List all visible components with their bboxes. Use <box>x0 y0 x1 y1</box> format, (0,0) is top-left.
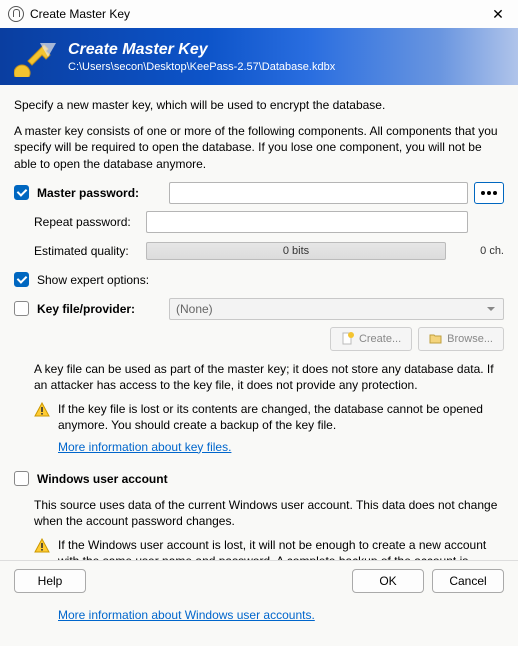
folder-icon <box>429 332 442 345</box>
browse-keyfile-button[interactable]: Browse... <box>418 327 504 351</box>
wua-link[interactable]: More information about Windows user acco… <box>58 608 315 622</box>
reveal-password-button[interactable] <box>474 182 504 204</box>
warning-icon <box>34 538 50 554</box>
repeat-password-input[interactable] <box>146 211 468 233</box>
master-password-input[interactable] <box>169 182 468 204</box>
repeat-password-label: Repeat password: <box>34 215 146 229</box>
ok-button[interactable]: OK <box>352 569 424 593</box>
quality-meter: 0 bits <box>146 242 446 260</box>
footer: Help OK Cancel <box>0 560 518 600</box>
title-bar: Create Master Key ✕ <box>0 0 518 28</box>
create-keyfile-button[interactable]: Create... <box>330 327 412 351</box>
banner-subtitle: C:\Users\secon\Desktop\KeePass-2.57\Data… <box>68 61 335 73</box>
window-title: Create Master Key <box>30 7 486 21</box>
wua-checkbox[interactable] <box>14 471 29 486</box>
banner-title: Create Master Key <box>68 41 335 59</box>
keyfile-label: Key file/provider: <box>37 302 169 316</box>
keyfile-info: A key file can be used as part of the ma… <box>34 361 504 393</box>
warning-icon <box>34 402 50 418</box>
wua-label: Windows user account <box>37 472 168 486</box>
show-expert-label: Show expert options: <box>37 273 149 287</box>
quality-label: Estimated quality: <box>34 244 146 258</box>
banner: Create Master Key C:\Users\secon\Desktop… <box>0 28 518 85</box>
keyfile-warning: If the key file is lost or its contents … <box>58 401 504 433</box>
keyfile-link[interactable]: More information about key files. <box>58 440 231 454</box>
char-count: 0 ch. <box>456 245 504 257</box>
new-file-icon <box>341 332 354 345</box>
intro-text-2: A master key consists of one or more of … <box>14 123 504 172</box>
help-button[interactable]: Help <box>14 569 86 593</box>
cancel-button[interactable]: Cancel <box>432 569 504 593</box>
keyfile-dropdown[interactable]: (None) <box>169 298 504 320</box>
close-button[interactable]: ✕ <box>486 2 510 26</box>
lock-icon <box>8 6 24 22</box>
key-icon <box>14 37 60 77</box>
wua-info: This source uses data of the current Win… <box>34 497 504 529</box>
master-password-checkbox[interactable] <box>14 185 29 200</box>
intro-text-1: Specify a new master key, which will be … <box>14 97 504 113</box>
keyfile-checkbox[interactable] <box>14 301 29 316</box>
master-password-label: Master password: <box>37 186 169 200</box>
show-expert-checkbox[interactable] <box>14 272 29 287</box>
